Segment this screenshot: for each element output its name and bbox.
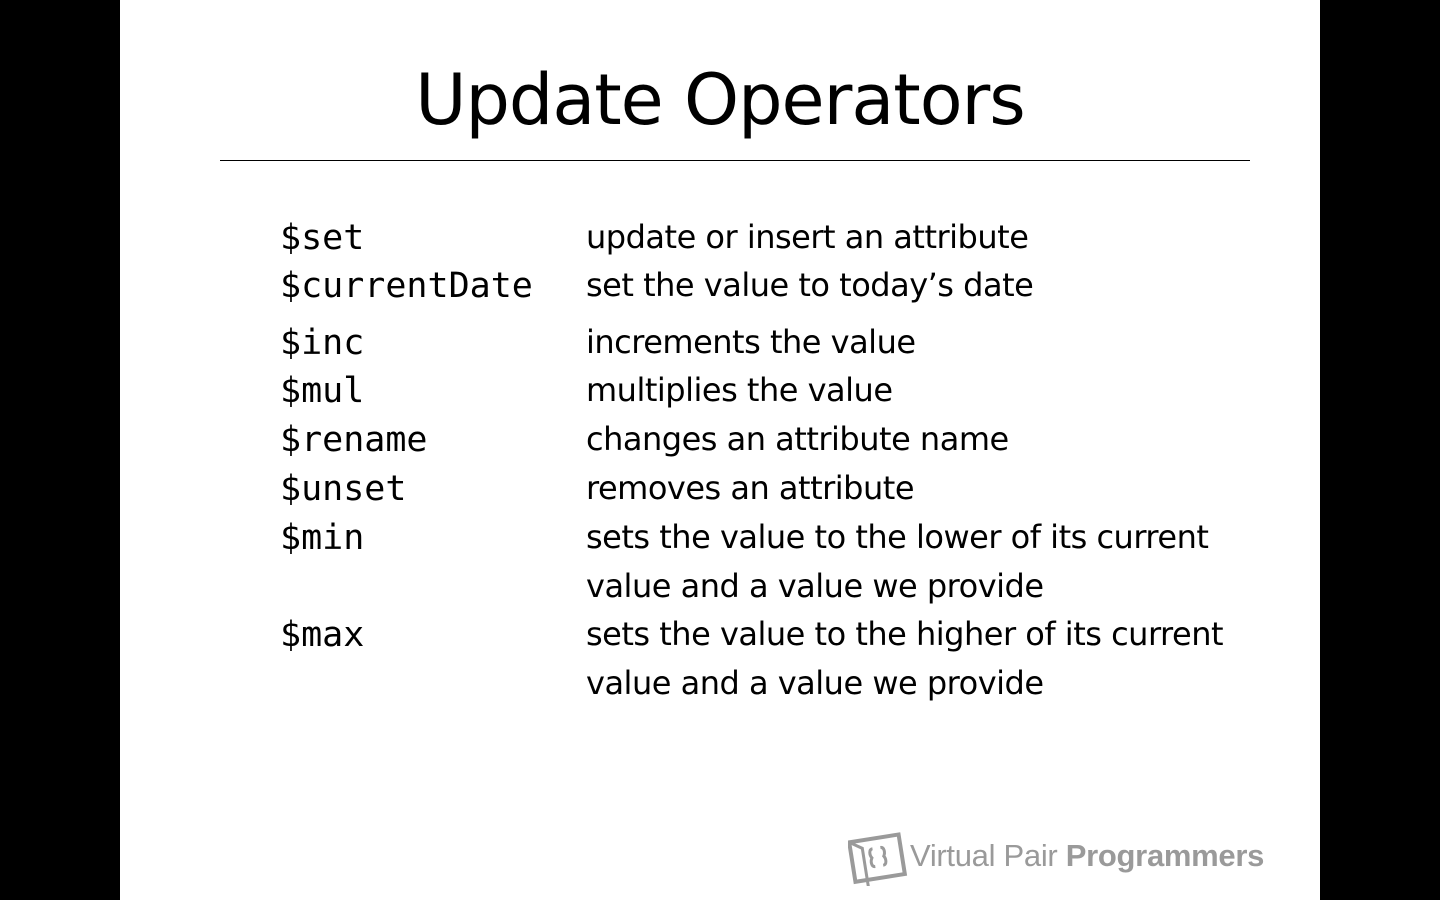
operator-description: update or insert an attribute <box>586 213 1286 262</box>
operator-name: $min <box>280 518 365 558</box>
operator-row-rename: $rename changes an attribute name <box>280 415 1280 465</box>
brand-name-light: Virtual Pair <box>910 838 1066 873</box>
operator-description: sets the value to the lower of its curre… <box>586 513 1286 611</box>
operator-description: sets the value to the higher of its curr… <box>586 610 1286 708</box>
operator-description-line: update or insert an attribute <box>586 218 1029 256</box>
operator-description-line: removes an attribute <box>586 469 915 507</box>
operator-description: set the value to today’s date <box>586 261 1286 310</box>
operator-name: $unset <box>280 469 407 509</box>
virtual-pair-programmers-logo-icon <box>846 830 908 889</box>
operator-description-line: value and a value we provide <box>586 664 1044 702</box>
title-divider <box>220 160 1250 161</box>
slide-title: Update Operators <box>415 59 1026 141</box>
operator-row-unset: $unset removes an attribute <box>280 464 1280 514</box>
operator-name: $currentDate <box>280 266 533 306</box>
operator-name: $inc <box>280 323 365 363</box>
operator-name: $max <box>280 615 365 655</box>
operator-row-currentdate: $currentDate set the value to today’s da… <box>280 261 1280 311</box>
operator-description: increments the value <box>586 318 1286 367</box>
operator-description-line: increments the value <box>586 323 916 361</box>
operator-name: $mul <box>280 371 365 411</box>
operator-row-max: $max sets the value to the higher of its… <box>280 610 1280 702</box>
brand-name-bold: Programmers <box>1065 838 1265 873</box>
operator-name: $set <box>280 218 365 258</box>
operator-name: $rename <box>280 420 428 460</box>
operator-row-set: $set update or insert an attribute <box>280 213 1280 263</box>
operator-description: multiplies the value <box>586 366 1286 415</box>
operator-description-line: set the value to today’s date <box>586 266 1034 304</box>
operator-row-mul: $mul multiplies the value <box>280 366 1280 416</box>
operator-row-inc: $inc increments the value <box>280 318 1280 368</box>
operator-row-min: $min sets the value to the lower of its … <box>280 513 1280 605</box>
brand-logo: Virtual Pair Programmers <box>846 830 1278 889</box>
operator-description-line: changes an attribute name <box>586 420 1009 458</box>
brand-name: Virtual Pair Programmers <box>910 836 1264 876</box>
operator-description-line: sets the value to the lower of its curre… <box>586 518 1209 556</box>
operator-description-line: multiplies the value <box>586 371 893 409</box>
operator-description-line: sets the value to the higher of its curr… <box>586 615 1224 653</box>
operator-description: removes an attribute <box>586 464 1286 513</box>
operator-description-line: value and a value we provide <box>586 567 1044 605</box>
slide: Update Operators $set update or insert a… <box>120 0 1320 900</box>
operator-description: changes an attribute name <box>586 415 1286 464</box>
